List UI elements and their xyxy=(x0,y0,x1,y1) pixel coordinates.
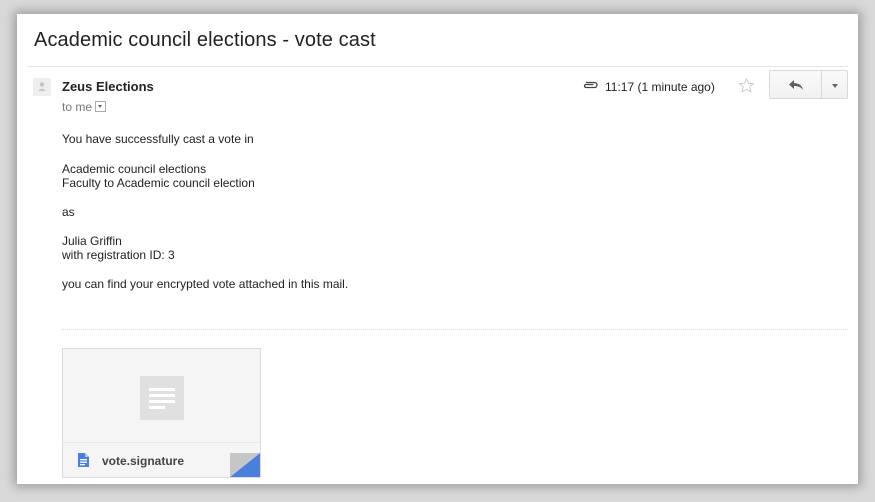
body-line-election: Academic council elections xyxy=(62,162,207,176)
body-line-intro: You have successfully cast a vote in xyxy=(62,132,254,146)
reply-icon xyxy=(788,79,803,90)
document-icon xyxy=(78,453,89,467)
paperclip-icon xyxy=(583,81,598,89)
body-line-attachment-note: you can find your encrypted vote attache… xyxy=(62,277,349,291)
reply-button[interactable] xyxy=(769,70,822,99)
attachments-divider xyxy=(62,329,848,330)
recipient-line: to me xyxy=(62,100,107,114)
body-line-as: as xyxy=(62,205,75,219)
sender-name[interactable]: Zeus Elections xyxy=(62,79,154,94)
header-divider xyxy=(27,66,848,67)
document-preview-icon xyxy=(140,376,184,420)
body-line-poll: Faculty to Academic council election xyxy=(62,176,255,190)
recipient-label: to me xyxy=(62,100,93,114)
email-subject: Academic council elections - vote cast xyxy=(34,29,376,51)
star-icon[interactable] xyxy=(738,77,755,94)
show-details-toggle[interactable] xyxy=(95,101,107,112)
file-type-corner-icon xyxy=(230,453,260,477)
attachment-card[interactable]: vote.signature xyxy=(62,348,261,478)
person-icon xyxy=(38,82,46,91)
more-options-button[interactable] xyxy=(821,70,848,99)
body-line-voter-name: Julia Griffin xyxy=(62,234,122,248)
attachment-preview[interactable] xyxy=(63,349,260,442)
body-line-registration: with registration ID: 3 xyxy=(62,248,175,262)
sender-avatar[interactable] xyxy=(33,78,51,96)
message-timestamp: 11:17 (1 minute ago) xyxy=(605,80,715,94)
attachment-filename: vote.signature xyxy=(102,454,185,468)
email-window: Academic council elections - vote cast Z… xyxy=(17,14,858,484)
